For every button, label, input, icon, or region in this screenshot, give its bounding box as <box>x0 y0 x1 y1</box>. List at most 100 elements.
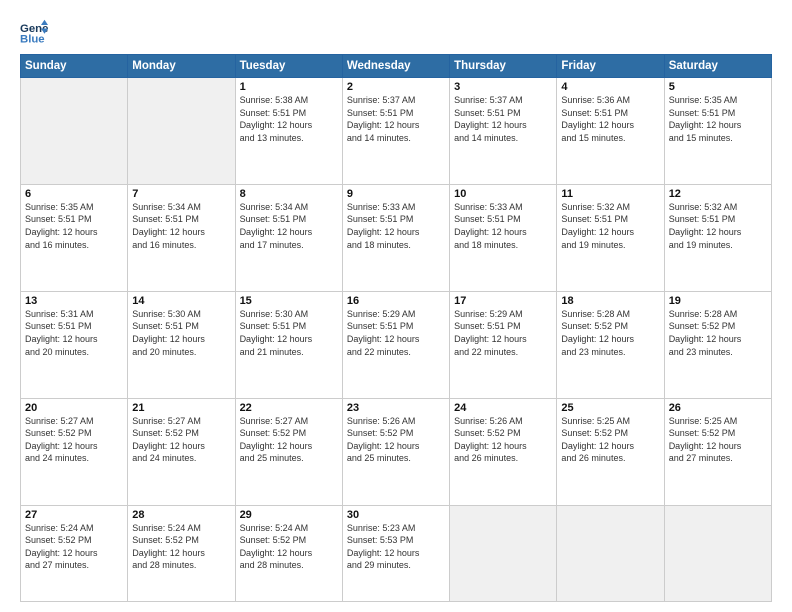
day-number: 17 <box>454 295 552 307</box>
calendar-cell-4: 2Sunrise: 5:37 AMSunset: 5:51 PMDaylight… <box>342 78 449 185</box>
calendar-cell-25: 23Sunrise: 5:26 AMSunset: 5:52 PMDayligh… <box>342 398 449 505</box>
day-number: 1 <box>240 81 338 93</box>
day-number: 9 <box>347 188 445 200</box>
day-info: Sunrise: 5:24 AMSunset: 5:52 PMDaylight:… <box>240 522 338 572</box>
calendar-cell-13: 11Sunrise: 5:32 AMSunset: 5:51 PMDayligh… <box>557 184 664 291</box>
day-number: 3 <box>454 81 552 93</box>
calendar-cell-14: 12Sunrise: 5:32 AMSunset: 5:51 PMDayligh… <box>664 184 771 291</box>
day-info: Sunrise: 5:33 AMSunset: 5:51 PMDaylight:… <box>454 201 552 251</box>
day-number: 25 <box>561 402 659 414</box>
calendar-week-1: 1Sunrise: 5:38 AMSunset: 5:51 PMDaylight… <box>21 78 772 185</box>
header: General Blue <box>20 18 772 46</box>
day-info: Sunrise: 5:36 AMSunset: 5:51 PMDaylight:… <box>561 94 659 144</box>
day-number: 11 <box>561 188 659 200</box>
day-info: Sunrise: 5:37 AMSunset: 5:51 PMDaylight:… <box>454 94 552 144</box>
day-info: Sunrise: 5:35 AMSunset: 5:51 PMDaylight:… <box>669 94 767 144</box>
calendar-cell-16: 14Sunrise: 5:30 AMSunset: 5:51 PMDayligh… <box>128 291 235 398</box>
day-info: Sunrise: 5:27 AMSunset: 5:52 PMDaylight:… <box>25 415 123 465</box>
calendar-table: SundayMondayTuesdayWednesdayThursdayFrid… <box>20 54 772 602</box>
calendar-cell-9: 7Sunrise: 5:34 AMSunset: 5:51 PMDaylight… <box>128 184 235 291</box>
calendar-cell-28: 26Sunrise: 5:25 AMSunset: 5:52 PMDayligh… <box>664 398 771 505</box>
day-info: Sunrise: 5:27 AMSunset: 5:52 PMDaylight:… <box>240 415 338 465</box>
calendar-header-thursday: Thursday <box>450 55 557 78</box>
day-number: 20 <box>25 402 123 414</box>
calendar-cell-30: 28Sunrise: 5:24 AMSunset: 5:52 PMDayligh… <box>128 505 235 602</box>
day-number: 15 <box>240 295 338 307</box>
calendar-week-4: 20Sunrise: 5:27 AMSunset: 5:52 PMDayligh… <box>21 398 772 505</box>
day-info: Sunrise: 5:28 AMSunset: 5:52 PMDaylight:… <box>561 308 659 358</box>
calendar-header-row: SundayMondayTuesdayWednesdayThursdayFrid… <box>21 55 772 78</box>
logo-icon: General Blue <box>20 18 48 46</box>
calendar-cell-33 <box>450 505 557 602</box>
day-number: 14 <box>132 295 230 307</box>
day-info: Sunrise: 5:29 AMSunset: 5:51 PMDaylight:… <box>347 308 445 358</box>
day-number: 19 <box>669 295 767 307</box>
day-number: 5 <box>669 81 767 93</box>
calendar-cell-19: 17Sunrise: 5:29 AMSunset: 5:51 PMDayligh… <box>450 291 557 398</box>
calendar-cell-27: 25Sunrise: 5:25 AMSunset: 5:52 PMDayligh… <box>557 398 664 505</box>
calendar-cell-17: 15Sunrise: 5:30 AMSunset: 5:51 PMDayligh… <box>235 291 342 398</box>
day-info: Sunrise: 5:30 AMSunset: 5:51 PMDaylight:… <box>240 308 338 358</box>
calendar-cell-3: 1Sunrise: 5:38 AMSunset: 5:51 PMDaylight… <box>235 78 342 185</box>
calendar-cell-26: 24Sunrise: 5:26 AMSunset: 5:52 PMDayligh… <box>450 398 557 505</box>
day-number: 29 <box>240 509 338 521</box>
day-info: Sunrise: 5:34 AMSunset: 5:51 PMDaylight:… <box>132 201 230 251</box>
calendar-cell-20: 18Sunrise: 5:28 AMSunset: 5:52 PMDayligh… <box>557 291 664 398</box>
calendar-cell-1 <box>21 78 128 185</box>
day-info: Sunrise: 5:27 AMSunset: 5:52 PMDaylight:… <box>132 415 230 465</box>
day-info: Sunrise: 5:33 AMSunset: 5:51 PMDaylight:… <box>347 201 445 251</box>
calendar-cell-21: 19Sunrise: 5:28 AMSunset: 5:52 PMDayligh… <box>664 291 771 398</box>
day-info: Sunrise: 5:26 AMSunset: 5:52 PMDaylight:… <box>347 415 445 465</box>
calendar-cell-31: 29Sunrise: 5:24 AMSunset: 5:52 PMDayligh… <box>235 505 342 602</box>
day-info: Sunrise: 5:28 AMSunset: 5:52 PMDaylight:… <box>669 308 767 358</box>
day-info: Sunrise: 5:25 AMSunset: 5:52 PMDaylight:… <box>561 415 659 465</box>
logo: General Blue <box>20 18 52 46</box>
calendar-week-2: 6Sunrise: 5:35 AMSunset: 5:51 PMDaylight… <box>21 184 772 291</box>
calendar-cell-2 <box>128 78 235 185</box>
day-info: Sunrise: 5:26 AMSunset: 5:52 PMDaylight:… <box>454 415 552 465</box>
calendar-cell-29: 27Sunrise: 5:24 AMSunset: 5:52 PMDayligh… <box>21 505 128 602</box>
day-number: 8 <box>240 188 338 200</box>
calendar-cell-24: 22Sunrise: 5:27 AMSunset: 5:52 PMDayligh… <box>235 398 342 505</box>
day-number: 28 <box>132 509 230 521</box>
calendar-header-wednesday: Wednesday <box>342 55 449 78</box>
day-info: Sunrise: 5:35 AMSunset: 5:51 PMDaylight:… <box>25 201 123 251</box>
calendar-header-sunday: Sunday <box>21 55 128 78</box>
calendar-cell-15: 13Sunrise: 5:31 AMSunset: 5:51 PMDayligh… <box>21 291 128 398</box>
calendar-header-tuesday: Tuesday <box>235 55 342 78</box>
day-number: 2 <box>347 81 445 93</box>
day-number: 16 <box>347 295 445 307</box>
day-number: 13 <box>25 295 123 307</box>
calendar-week-3: 13Sunrise: 5:31 AMSunset: 5:51 PMDayligh… <box>21 291 772 398</box>
day-info: Sunrise: 5:24 AMSunset: 5:52 PMDaylight:… <box>132 522 230 572</box>
day-number: 7 <box>132 188 230 200</box>
day-number: 23 <box>347 402 445 414</box>
calendar-week-5: 27Sunrise: 5:24 AMSunset: 5:52 PMDayligh… <box>21 505 772 602</box>
day-number: 26 <box>669 402 767 414</box>
day-info: Sunrise: 5:32 AMSunset: 5:51 PMDaylight:… <box>669 201 767 251</box>
day-number: 12 <box>669 188 767 200</box>
svg-text:Blue: Blue <box>20 34 45 46</box>
day-info: Sunrise: 5:23 AMSunset: 5:53 PMDaylight:… <box>347 522 445 572</box>
day-number: 4 <box>561 81 659 93</box>
day-info: Sunrise: 5:31 AMSunset: 5:51 PMDaylight:… <box>25 308 123 358</box>
day-number: 24 <box>454 402 552 414</box>
calendar-cell-32: 30Sunrise: 5:23 AMSunset: 5:53 PMDayligh… <box>342 505 449 602</box>
day-info: Sunrise: 5:37 AMSunset: 5:51 PMDaylight:… <box>347 94 445 144</box>
calendar-cell-7: 5Sunrise: 5:35 AMSunset: 5:51 PMDaylight… <box>664 78 771 185</box>
calendar-cell-10: 8Sunrise: 5:34 AMSunset: 5:51 PMDaylight… <box>235 184 342 291</box>
calendar-cell-34 <box>557 505 664 602</box>
calendar-header-saturday: Saturday <box>664 55 771 78</box>
calendar-cell-5: 3Sunrise: 5:37 AMSunset: 5:51 PMDaylight… <box>450 78 557 185</box>
day-number: 6 <box>25 188 123 200</box>
day-number: 18 <box>561 295 659 307</box>
calendar-header-monday: Monday <box>128 55 235 78</box>
day-number: 22 <box>240 402 338 414</box>
day-info: Sunrise: 5:32 AMSunset: 5:51 PMDaylight:… <box>561 201 659 251</box>
calendar-cell-18: 16Sunrise: 5:29 AMSunset: 5:51 PMDayligh… <box>342 291 449 398</box>
day-number: 10 <box>454 188 552 200</box>
day-info: Sunrise: 5:29 AMSunset: 5:51 PMDaylight:… <box>454 308 552 358</box>
day-info: Sunrise: 5:38 AMSunset: 5:51 PMDaylight:… <box>240 94 338 144</box>
calendar-cell-8: 6Sunrise: 5:35 AMSunset: 5:51 PMDaylight… <box>21 184 128 291</box>
calendar-cell-35 <box>664 505 771 602</box>
